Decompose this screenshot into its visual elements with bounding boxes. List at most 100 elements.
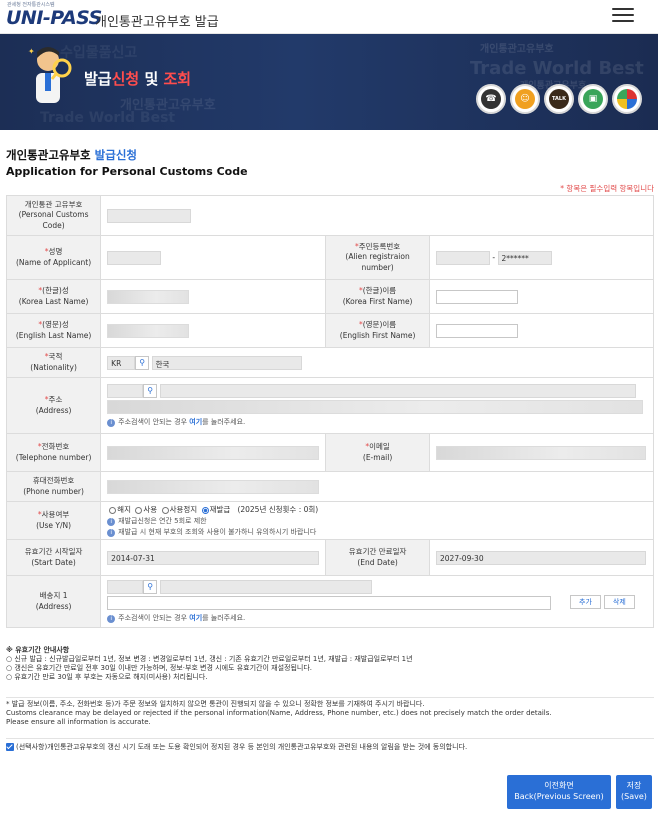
info-icon: i <box>107 615 116 623</box>
phone-icon[interactable]: ☎ <box>476 84 506 114</box>
label-text: 유효기간 만료일자 <box>348 547 407 557</box>
required-note: * 항목은 필수입력 항목입니다 <box>560 184 654 193</box>
banner-title-part: 신청 <box>111 70 140 88</box>
notice-line: ○ 신규 발급 : 신규발급일로부터 1년, 정보 변경 : 변경일로부터 1년… <box>6 655 413 664</box>
person-icon[interactable]: ☺ <box>510 84 540 114</box>
alien-back-field: 2****** <box>497 250 552 265</box>
label-text: (Name of Applicant) <box>15 257 92 267</box>
page-title: 개인통관고유부호 발급신청 <box>6 147 248 163</box>
kor-first-label: *(한글)이름 (Korea First Name) <box>325 279 430 314</box>
back-button[interactable]: 이전화면 Back(Previous Screen) <box>507 775 611 809</box>
form-row: *성명 (Name of Applicant) *주민등록번호 (Alien reg… <box>5 235 654 280</box>
talk-icon[interactable]: TALK <box>544 84 574 114</box>
address-line2-input[interactable] <box>107 400 644 414</box>
label-text: 주소 <box>48 395 63 405</box>
ship-cell: ⚲ i 주소검색이 안되는 경우 여기를 눌러주세요. 추가 삭제 <box>100 575 654 628</box>
radio-label: 사용 <box>143 505 158 514</box>
radio-suspend[interactable] <box>161 506 169 514</box>
form-row: *(영문)성 (English Last Name) *(영문)이름 (Englis… <box>5 313 654 348</box>
unipass-logo[interactable]: UNI-PASS <box>6 7 102 29</box>
application-form: 개인통관 고유부호 (Personal Customs Code) *성명 (Na… <box>5 195 654 628</box>
label-text: (Start Date) <box>31 557 76 567</box>
hint-text: 재발급 시 현재 부호의 조회와 사용이 불가하니 유의하시기 바랍니다 <box>118 528 317 536</box>
page-title-en: Application for Personal Customs Code <box>6 165 248 178</box>
radio-reissue[interactable] <box>201 506 209 514</box>
top-bar: 관세청 전자통관시스템 UNI-PASS 개인통관고유부호 발급 <box>0 0 658 34</box>
kor-first-input[interactable] <box>436 289 518 304</box>
button-label: Back(Previous Screen) <box>514 792 604 801</box>
ship-delete-button[interactable]: 삭제 <box>603 594 635 609</box>
banner-icon-row: ☎ ☺ TALK ▣ <box>476 84 642 114</box>
name-label: *성명 (Name of Applicant) <box>5 235 102 280</box>
ship-address-line2[interactable] <box>107 596 552 610</box>
eng-last-input[interactable] <box>107 323 190 338</box>
alien-dash: - <box>492 252 496 262</box>
eng-last-label: *(영문)성 (English Last Name) <box>5 313 102 348</box>
hero-banner: 수입물품신고 개인통관고유부호 Trade World Best 개인통관고유부… <box>0 34 658 130</box>
hint-text: 주소검색이 안되는 경우 <box>118 614 190 622</box>
eng-first-cell <box>429 313 654 348</box>
label-text: (Telephone number) <box>15 452 92 462</box>
nationality-label: *국적 (Nationality) <box>5 347 102 378</box>
button-label: 이전화면 <box>544 781 574 791</box>
label-text: (E-mail) <box>362 452 393 462</box>
accuracy-warning: * 발급 정보(이름, 주소, 전화번호 등)가 주문 정보와 일치하지 않으면… <box>6 697 654 727</box>
consent-text: (선택사항)개인통관고유부호의 갱신 시기 도래 또는 도용 확인되어 정지된 … <box>16 743 468 751</box>
end-date-field: 2027-09-30 <box>436 550 646 565</box>
alien-cell: - 2****** <box>429 235 654 280</box>
phone-cell <box>100 471 654 502</box>
notice-line: ○ 유효기간 만료 30일 후 부호는 자동으로 해지(미사용) 처리됩니다. <box>6 673 208 682</box>
consent-row: (선택사항)개인통관고유부호의 갱신 시기 도래 또는 도용 확인되어 정지된 … <box>6 738 654 752</box>
alien-front-field <box>436 250 490 265</box>
reissue-count: (2025년 신청횟수 : 0회) <box>237 505 319 514</box>
address-here-link[interactable]: 여기 <box>189 418 202 426</box>
label-text: (한글)이름 <box>362 286 397 296</box>
ship-search-icon[interactable]: ⚲ <box>143 580 158 594</box>
label-text: 국적 <box>48 352 63 362</box>
banner-title: 발급신청 및 조회 <box>84 68 191 89</box>
label-text: 사용여부 <box>41 510 70 520</box>
form-row: *주소 (Address) ⚲ i 주소검색이 안되는 경우 여기를 눌러주세요. <box>5 377 654 434</box>
nation-code-field: KR <box>107 355 136 370</box>
label-text: 성명 <box>48 247 63 257</box>
start-date-label: 유효기간 시작일자 (Start Date) <box>5 539 102 576</box>
hint-text: 재발급신청은 연간 5회로 제한 <box>118 517 207 525</box>
label-text: (Korea First Name) <box>342 296 413 306</box>
end-date-cell: 2027-09-30 <box>429 539 654 576</box>
start-date-field: 2014-07-31 <box>107 550 320 565</box>
pcc-cell <box>100 195 654 236</box>
nation-search-icon[interactable]: ⚲ <box>135 355 150 370</box>
kor-last-input[interactable] <box>107 289 190 304</box>
telephone-input[interactable] <box>107 445 320 460</box>
form-row: *전화번호 (Telephone number) *이메일 (E-mail) <box>5 433 654 472</box>
banner-title-part: 조회 <box>163 70 192 88</box>
end-date-label: 유효기간 만료일자 (End Date) <box>325 539 430 576</box>
radio-cancel[interactable] <box>109 506 117 514</box>
address-line1-field <box>159 384 636 398</box>
ship-here-link[interactable]: 여기 <box>189 614 202 622</box>
email-label: *이메일 (E-mail) <box>325 433 430 472</box>
warning-line: Customs clearance may be delayed or reje… <box>6 709 552 718</box>
ship-add-button[interactable]: 추가 <box>570 594 601 609</box>
consent-checkbox[interactable] <box>6 743 14 751</box>
korea-emblem-icon[interactable] <box>612 84 642 114</box>
app-title: 개인통관고유부호 발급 <box>95 15 219 30</box>
label-text: 전화번호 <box>41 442 70 452</box>
name-cell <box>100 235 327 280</box>
info-icon: i <box>107 529 116 537</box>
hamburger-menu-icon[interactable] <box>612 4 634 24</box>
radio-use[interactable] <box>135 506 143 514</box>
label-text: (English Last Name) <box>15 330 92 340</box>
email-input[interactable] <box>436 445 646 460</box>
radio-label: 재발급 <box>209 505 231 514</box>
save-button[interactable]: 저장 (Save) <box>616 775 652 809</box>
address-label: *주소 (Address) <box>5 377 102 434</box>
page-title-part: 개인통관고유부호 <box>6 148 95 162</box>
address-search-icon[interactable]: ⚲ <box>143 384 158 398</box>
ship-address-line1 <box>159 580 372 594</box>
form-row: 휴대전화번호 (Phone number) <box>5 471 654 502</box>
eng-first-input[interactable] <box>436 323 518 338</box>
presentation-icon[interactable]: ▣ <box>578 84 608 114</box>
phone-input[interactable] <box>107 479 320 494</box>
eng-last-cell <box>100 313 327 348</box>
